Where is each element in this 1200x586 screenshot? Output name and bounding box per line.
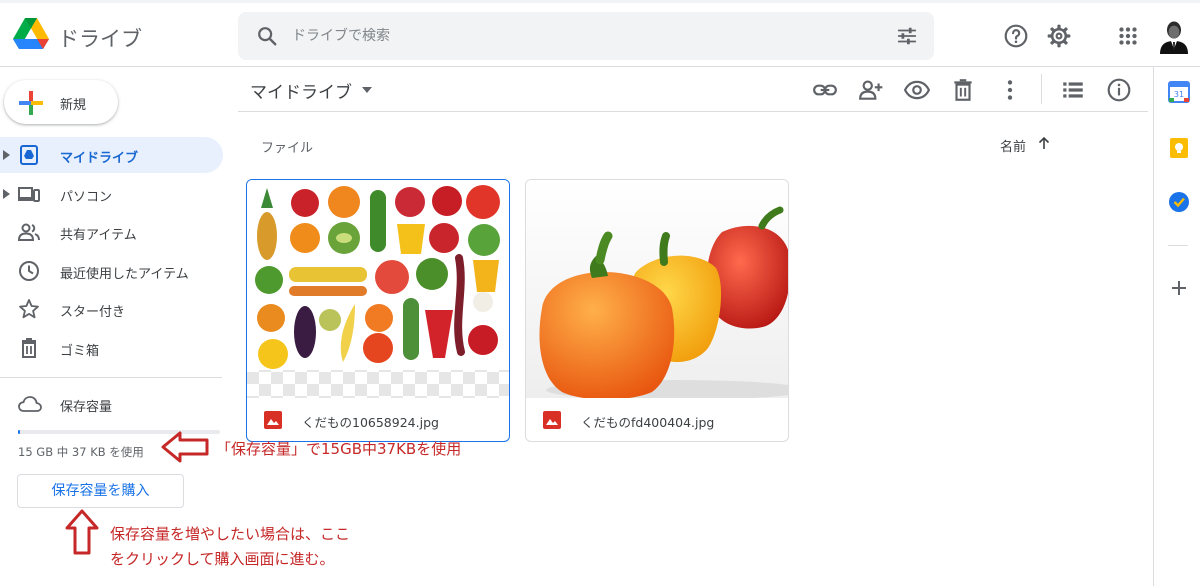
image-file-icon xyxy=(543,411,561,429)
rail-divider xyxy=(1168,245,1188,246)
cloud-icon xyxy=(18,396,42,412)
preview-icon[interactable] xyxy=(904,77,930,103)
annotation-up-arrow-icon xyxy=(65,509,99,555)
expand-caret-icon[interactable] xyxy=(3,150,10,160)
sidebar-item-computers[interactable]: パソコン xyxy=(0,176,223,212)
storage-usage-fill xyxy=(18,430,21,434)
apps-icon[interactable] xyxy=(1115,23,1141,49)
sort-by-name[interactable]: 名前 xyxy=(1000,136,1026,155)
add-addon-icon[interactable] xyxy=(1168,277,1190,299)
file-thumbnail[interactable] xyxy=(247,180,509,398)
file-name: くだもの10658924.jpg xyxy=(302,415,439,430)
new-button[interactable]: 新規 xyxy=(4,80,118,124)
annotation-buy-note-line1: 保存容量を増やしたい場合は、ここ xyxy=(110,525,351,543)
sidebar-item-recent[interactable]: 最近使用したアイテム xyxy=(0,253,223,289)
peppers-image xyxy=(526,180,788,398)
sidebar-divider xyxy=(0,377,222,378)
search-input[interactable] xyxy=(292,23,852,49)
file-card[interactable]: くだもの10658924.jpg xyxy=(246,179,510,442)
keep-icon[interactable] xyxy=(1168,137,1190,159)
annotation-buy-note-line2: をクリックして購入画面に進む。 xyxy=(110,550,335,568)
sidebar-item-label: 共有アイテム xyxy=(60,228,137,243)
chevron-down-icon[interactable] xyxy=(361,86,373,94)
list-view-icon[interactable] xyxy=(1060,77,1086,103)
help-icon[interactable] xyxy=(1003,23,1029,49)
drive-logo[interactable] xyxy=(12,17,50,51)
buy-storage-button[interactable]: 保存容量を購入 xyxy=(17,474,184,508)
sidebar-item-my-drive[interactable]: マイドライブ xyxy=(0,137,223,173)
sidebar-item-label: ゴミ箱 xyxy=(60,344,100,359)
trash-icon[interactable] xyxy=(950,77,976,103)
app-title[interactable]: ドライブ xyxy=(58,23,142,53)
search-options-icon[interactable] xyxy=(896,25,918,47)
calendar-day: 31 xyxy=(1174,90,1184,99)
file-card[interactable]: くだものfd400404.jpg xyxy=(525,179,789,442)
side-panel-rail: 31 xyxy=(1153,67,1200,586)
star-icon xyxy=(19,299,39,319)
settings-icon[interactable] xyxy=(1046,23,1072,49)
tasks-icon[interactable] xyxy=(1168,191,1190,213)
search-icon[interactable] xyxy=(256,25,278,47)
file-name: くだものfd400404.jpg xyxy=(581,415,715,430)
sort-arrow-up-icon[interactable] xyxy=(1036,135,1052,151)
more-icon[interactable] xyxy=(997,77,1023,103)
toolbar-divider xyxy=(1041,74,1042,104)
sidebar-item-label: パソコン xyxy=(60,190,113,205)
add-person-icon[interactable] xyxy=(858,77,884,103)
sidebar-item-label: 最近使用したアイテム xyxy=(60,267,189,282)
expand-caret-icon[interactable] xyxy=(3,189,10,199)
search-bar[interactable] xyxy=(238,12,934,60)
info-icon[interactable] xyxy=(1106,77,1132,103)
recent-icon xyxy=(19,261,39,281)
vegetables-collage-image xyxy=(247,180,509,398)
sidebar-item-starred[interactable]: スター付き xyxy=(0,291,223,327)
calendar-icon[interactable]: 31 xyxy=(1168,81,1190,103)
file-thumbnail[interactable] xyxy=(526,180,788,398)
storage-label: 保存容量 xyxy=(60,400,113,415)
avatar[interactable] xyxy=(1158,18,1190,54)
computers-icon xyxy=(18,187,40,202)
sidebar-item-label: マイドライブ xyxy=(60,151,139,166)
sidebar-item-label: スター付き xyxy=(60,305,126,320)
link-icon[interactable] xyxy=(812,77,838,103)
trash-icon xyxy=(22,338,36,358)
image-file-icon xyxy=(264,411,282,429)
annotation-storage-note: 「保存容量」で15GB中37KBを使用 xyxy=(216,440,462,458)
files-section-label: ファイル xyxy=(261,141,314,156)
page-title[interactable]: マイドライブ xyxy=(250,78,352,103)
app-header: ドライブ xyxy=(0,3,1200,67)
main-divider xyxy=(238,111,1148,112)
new-button-label: 新規 xyxy=(60,98,87,113)
sidebar-item-shared[interactable]: 共有アイテム xyxy=(0,214,223,250)
sidebar-item-storage[interactable]: 保存容量 xyxy=(0,388,223,420)
sidebar-item-trash[interactable]: ゴミ箱 xyxy=(0,330,223,366)
plus-icon xyxy=(19,91,43,115)
storage-usage-text: 15 GB 中 37 KB を使用 xyxy=(18,445,144,459)
shared-icon xyxy=(18,223,40,241)
annotation-left-arrow-icon xyxy=(161,431,209,463)
my-drive-icon xyxy=(20,145,38,165)
